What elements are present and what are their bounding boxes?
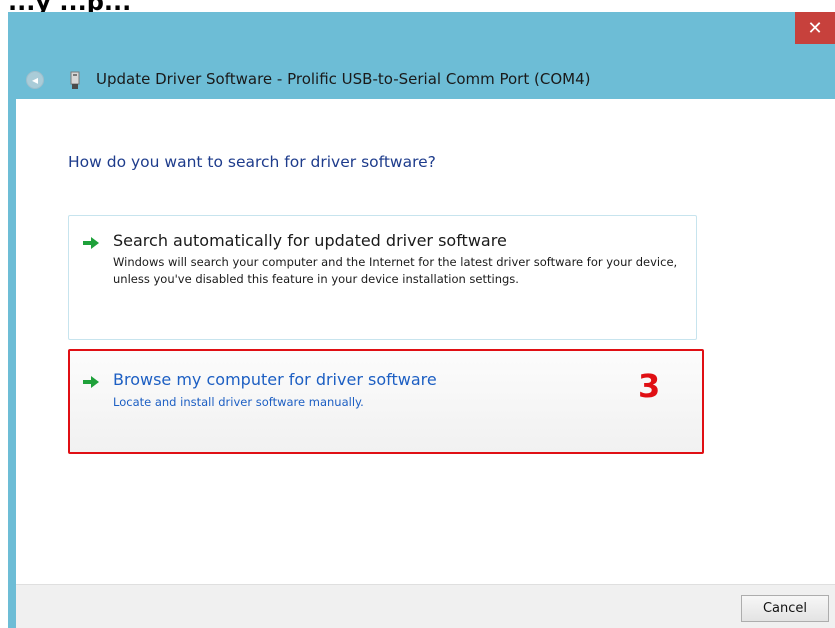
browse-computer-option[interactable]: Browse my computer for driver software L…: [68, 349, 704, 454]
option-description: Locate and install driver software manua…: [113, 395, 364, 409]
update-driver-dialog: ✕ ◂ Update Driver Software - Prolific US…: [8, 12, 835, 628]
step-number-annotation: 3: [638, 367, 661, 405]
green-arrow-icon: [83, 237, 99, 249]
back-button[interactable]: ◂: [26, 71, 44, 89]
screenshot: ...y ...p... ✕ ◂ Update Driver Software …: [0, 0, 835, 628]
option-title: Search automatically for updated driver …: [113, 231, 507, 250]
dialog-titlebar: ◂ Update Driver Software - Prolific USB-…: [8, 64, 835, 96]
search-automatically-option[interactable]: Search automatically for updated driver …: [68, 215, 697, 340]
cancel-button[interactable]: Cancel: [741, 595, 829, 622]
close-button[interactable]: ✕: [795, 12, 835, 44]
back-arrow-icon: ◂: [31, 73, 39, 87]
close-icon: ✕: [807, 17, 823, 39]
dialog-footer: Cancel: [16, 584, 835, 628]
dialog-content: How do you want to search for driver sof…: [16, 99, 835, 584]
page-heading: How do you want to search for driver sof…: [68, 153, 436, 171]
option-description: Windows will search your computer and th…: [113, 255, 678, 286]
dialog-title: Update Driver Software - Prolific USB-to…: [96, 70, 591, 88]
usb-device-icon: [70, 71, 80, 89]
green-arrow-icon: [83, 376, 99, 388]
option-title: Browse my computer for driver software: [113, 370, 437, 389]
